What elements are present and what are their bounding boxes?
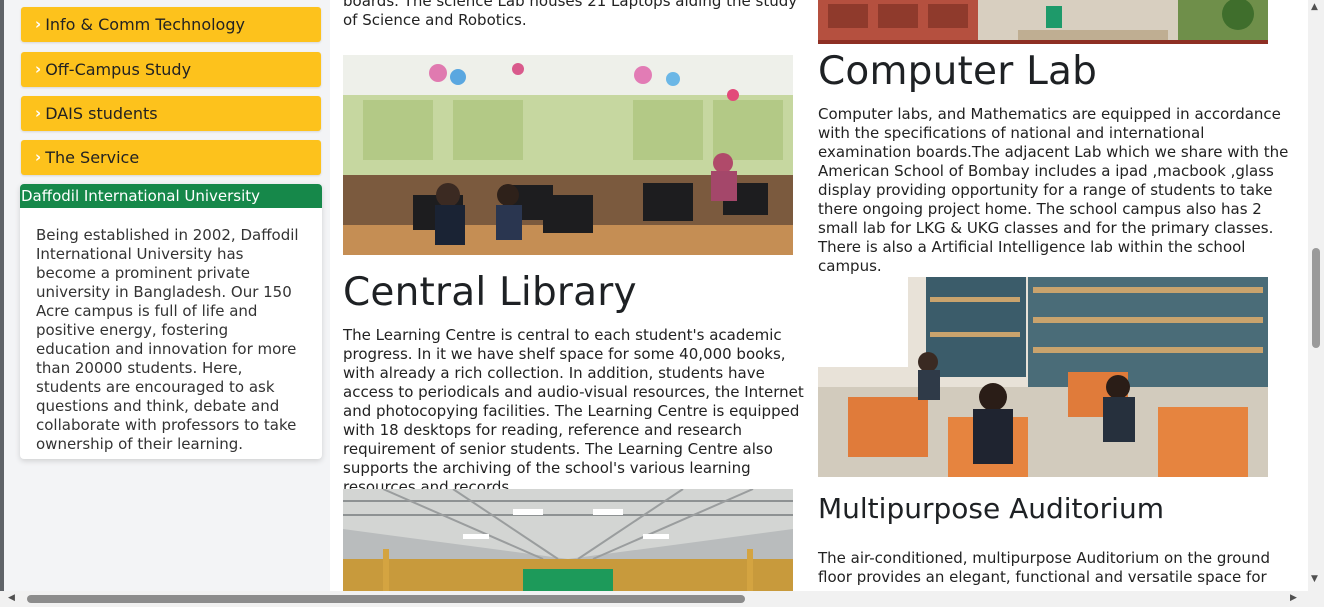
sidebar-item-dais-students[interactable]: › DAIS students — [21, 96, 321, 131]
computer-lab-text: Computer labs, and Mathematics are equip… — [818, 105, 1289, 275]
science-lab-text: boards. The science Lab houses 21 Laptop… — [343, 0, 798, 29]
scroll-right-icon[interactable]: ▶ — [1290, 594, 1297, 603]
university-card: Daffodil International University Being … — [20, 184, 322, 459]
card-body: Being established in 2002, Daffodil Inte… — [36, 226, 299, 453]
sidebar-item-the-service[interactable]: › The Service — [21, 140, 321, 175]
auditorium-text: The air-conditioned, multipurpose Audito… — [818, 549, 1270, 586]
card-title: Daffodil International University — [20, 184, 322, 208]
computer-lab-photo — [343, 55, 793, 255]
auditorium-photo — [343, 489, 793, 591]
sidebar-item-off-campus-study[interactable]: › Off-Campus Study — [21, 52, 321, 87]
central-library-photo — [818, 277, 1268, 477]
sidebar-item-label: DAIS students — [45, 104, 158, 123]
vertical-scroll-thumb[interactable] — [1312, 248, 1320, 348]
sidebar: › Info & Comm Technology › Off-Campus St… — [4, 0, 330, 591]
central-library-text: The Learning Centre is central to each s… — [343, 326, 804, 496]
chevron-right-icon: › — [35, 15, 42, 33]
scroll-down-icon[interactable]: ▼ — [1311, 575, 1318, 584]
page-viewport: › Info & Comm Technology › Off-Campus St… — [0, 0, 1308, 591]
auditorium-heading: Multipurpose Auditorium — [818, 492, 1164, 525]
sidebar-item-info-comm-technology[interactable]: › Info & Comm Technology — [21, 7, 321, 42]
vertical-scrollbar[interactable]: ▲ ▼ — [1308, 0, 1324, 591]
scroll-up-icon[interactable]: ▲ — [1311, 3, 1318, 12]
scrollbar-corner — [1308, 591, 1324, 607]
horizontal-scroll-thumb[interactable] — [27, 595, 745, 603]
sidebar-item-label: The Service — [45, 148, 140, 167]
chevron-right-icon: › — [35, 60, 42, 78]
chevron-right-icon: › — [35, 104, 42, 122]
sidebar-item-label: Info & Comm Technology — [45, 15, 245, 34]
horizontal-scrollbar[interactable]: ◀ ▶ — [0, 591, 1308, 607]
central-library-heading: Central Library — [343, 270, 637, 315]
sidebar-item-label: Off-Campus Study — [45, 60, 192, 79]
scroll-left-icon[interactable]: ◀ — [8, 594, 15, 603]
science-lab-photo — [818, 0, 1268, 44]
computer-lab-heading: Computer Lab — [818, 49, 1098, 94]
chevron-right-icon: › — [35, 148, 42, 166]
